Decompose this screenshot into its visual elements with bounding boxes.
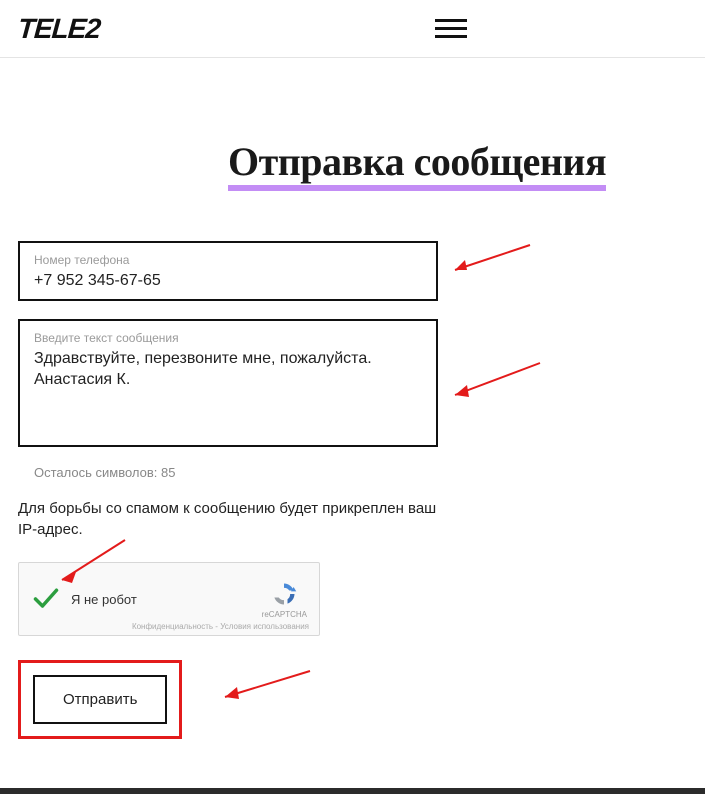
header: TELE2 bbox=[0, 0, 705, 58]
phone-label: Номер телефона bbox=[34, 253, 422, 267]
message-field-container[interactable]: Введите текст сообщения bbox=[18, 319, 438, 447]
captcha-product: reCAPTCHA bbox=[262, 610, 307, 619]
recaptcha-widget[interactable]: Я не робот reCAPTCHA Конфиденциальность … bbox=[18, 562, 320, 636]
tele2-logo: TELE2 bbox=[17, 13, 101, 45]
content: Отправка сообщения Номер телефона Введит… bbox=[0, 58, 705, 757]
captcha-label: Я не робот bbox=[71, 592, 137, 607]
recaptcha-icon bbox=[270, 580, 298, 608]
submit-button[interactable]: Отправить bbox=[33, 675, 167, 724]
submit-highlight-box: Отправить bbox=[18, 660, 182, 739]
checkmark-icon bbox=[31, 585, 61, 613]
menu-icon[interactable] bbox=[435, 19, 467, 38]
footer-bar bbox=[0, 788, 705, 794]
ip-notice: Для борьбы со спамом к сообщению будет п… bbox=[18, 498, 438, 540]
page-title: Отправка сообщения bbox=[228, 138, 606, 191]
captcha-legal: Конфиденциальность - Условия использован… bbox=[132, 622, 309, 631]
sms-form: Номер телефона Введите текст сообщения О… bbox=[18, 241, 687, 739]
message-input[interactable] bbox=[34, 349, 422, 432]
message-label: Введите текст сообщения bbox=[34, 331, 422, 345]
characters-remaining: Осталось символов: 85 bbox=[34, 465, 687, 480]
phone-input[interactable] bbox=[34, 271, 422, 292]
phone-field-container[interactable]: Номер телефона bbox=[18, 241, 438, 301]
